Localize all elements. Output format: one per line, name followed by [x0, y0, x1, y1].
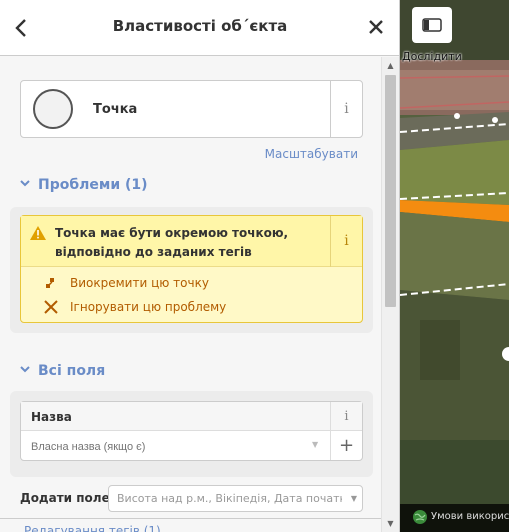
explore-label: Дослідити — [402, 50, 462, 63]
map-footer: Умови використання — [400, 504, 509, 532]
name-field-header: Назва i — [21, 402, 362, 431]
back-button[interactable] — [11, 13, 33, 41]
fields-section-title: Всі поля — [38, 363, 106, 379]
add-field-combobox[interactable]: Висота над р.м., Вікіпедія, Дата початку… — [108, 485, 363, 512]
scrollbar-thumb[interactable] — [385, 75, 396, 307]
inspector-header: Властивості об´єкта — [0, 0, 399, 56]
issue-message: Точка має бути окремою точкою, відповідн… — [55, 226, 289, 259]
name-field-info-button[interactable]: i — [330, 402, 362, 431]
inspector-panel: Властивості об´єкта Точка i Масштабувати… — [0, 0, 400, 532]
scroll-down-arrow-icon[interactable]: ▼ — [382, 515, 399, 532]
terms-link[interactable]: Умови використання — [431, 511, 509, 522]
preset-info-button[interactable]: i — [330, 81, 362, 137]
add-field-label: Додати поле: — [20, 491, 115, 505]
chevron-down-icon: ▼ — [350, 494, 357, 503]
preset-row[interactable]: Точка i — [20, 80, 363, 138]
fix-label: Ігнорувати цю проблему — [70, 300, 227, 314]
scroll-up-arrow-icon[interactable]: ▲ — [382, 57, 399, 74]
satellite-imagery — [400, 0, 509, 532]
fix-label: Виокремити цю точку — [70, 276, 209, 290]
name-input[interactable] — [31, 438, 311, 456]
issue-card: Точка має бути окремою точкою, відповідн… — [20, 215, 363, 323]
page-title: Властивості об´єкта — [112, 17, 288, 35]
sidebar-toggle-icon — [422, 18, 442, 32]
zoom-to-link[interactable]: Масштабувати — [265, 147, 358, 161]
map-view[interactable]: Дослідити Умови використання — [400, 0, 509, 532]
scrollbar[interactable]: ▲ ▼ — [381, 57, 399, 532]
dropdown-caret-icon: ▼ — [312, 440, 319, 449]
close-x-icon — [44, 300, 58, 314]
chevron-left-icon — [15, 19, 26, 37]
point-preset-icon — [33, 89, 73, 129]
preset-name: Точка — [93, 102, 138, 117]
fields-section-toggle[interactable]: Всі поля — [20, 363, 105, 379]
chevron-down-icon — [20, 180, 30, 187]
issue-info-button[interactable]: i — [330, 216, 362, 267]
explore-button[interactable] — [412, 7, 452, 43]
warning-icon — [30, 226, 46, 240]
add-localized-name-button[interactable]: + — [330, 431, 362, 460]
globe-icon — [413, 510, 427, 524]
tag-editor-section-peek[interactable]: Редагування тегів (1) — [0, 518, 381, 532]
add-field-placeholder: Висота над р.м., Вікіпедія, Дата початку… — [117, 492, 342, 505]
chevron-down-icon — [20, 366, 30, 373]
extract-icon — [46, 278, 54, 288]
close-button[interactable] — [365, 11, 387, 41]
tag-editor-section-title: Редагування тегів (1) — [24, 524, 161, 532]
issues-section-toggle[interactable]: Проблеми (1) — [20, 177, 148, 193]
name-field-label: Назва — [31, 410, 72, 424]
issues-section-title: Проблеми (1) — [38, 177, 148, 193]
name-field: Назва i ▼ + — [20, 401, 363, 461]
issue-message-row[interactable]: Точка має бути окремою точкою, відповідн… — [21, 216, 362, 267]
inspector-body: Точка i Масштабувати Проблеми (1) Точка … — [0, 57, 381, 532]
close-icon — [369, 20, 383, 34]
